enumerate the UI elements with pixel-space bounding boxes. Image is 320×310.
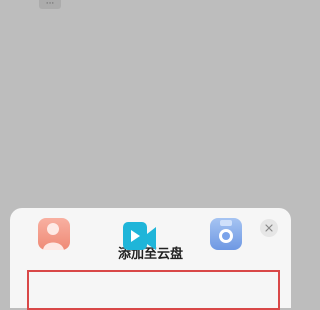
- camera-icon: [219, 220, 233, 243]
- upload-photo-option[interactable]: [38, 218, 70, 250]
- photo-icon: [43, 223, 64, 250]
- video-icon: [123, 222, 156, 250]
- more-options-button[interactable]: ···: [39, 0, 61, 9]
- add-to-cloud-sheet: 添加至云盘: [10, 208, 291, 310]
- close-button[interactable]: [260, 219, 278, 237]
- more-icon: ···: [45, 0, 55, 9]
- upload-options-highlight: [27, 270, 280, 310]
- close-icon: [265, 224, 273, 232]
- take-photo-option[interactable]: [210, 218, 242, 250]
- upload-video-option[interactable]: [123, 218, 156, 250]
